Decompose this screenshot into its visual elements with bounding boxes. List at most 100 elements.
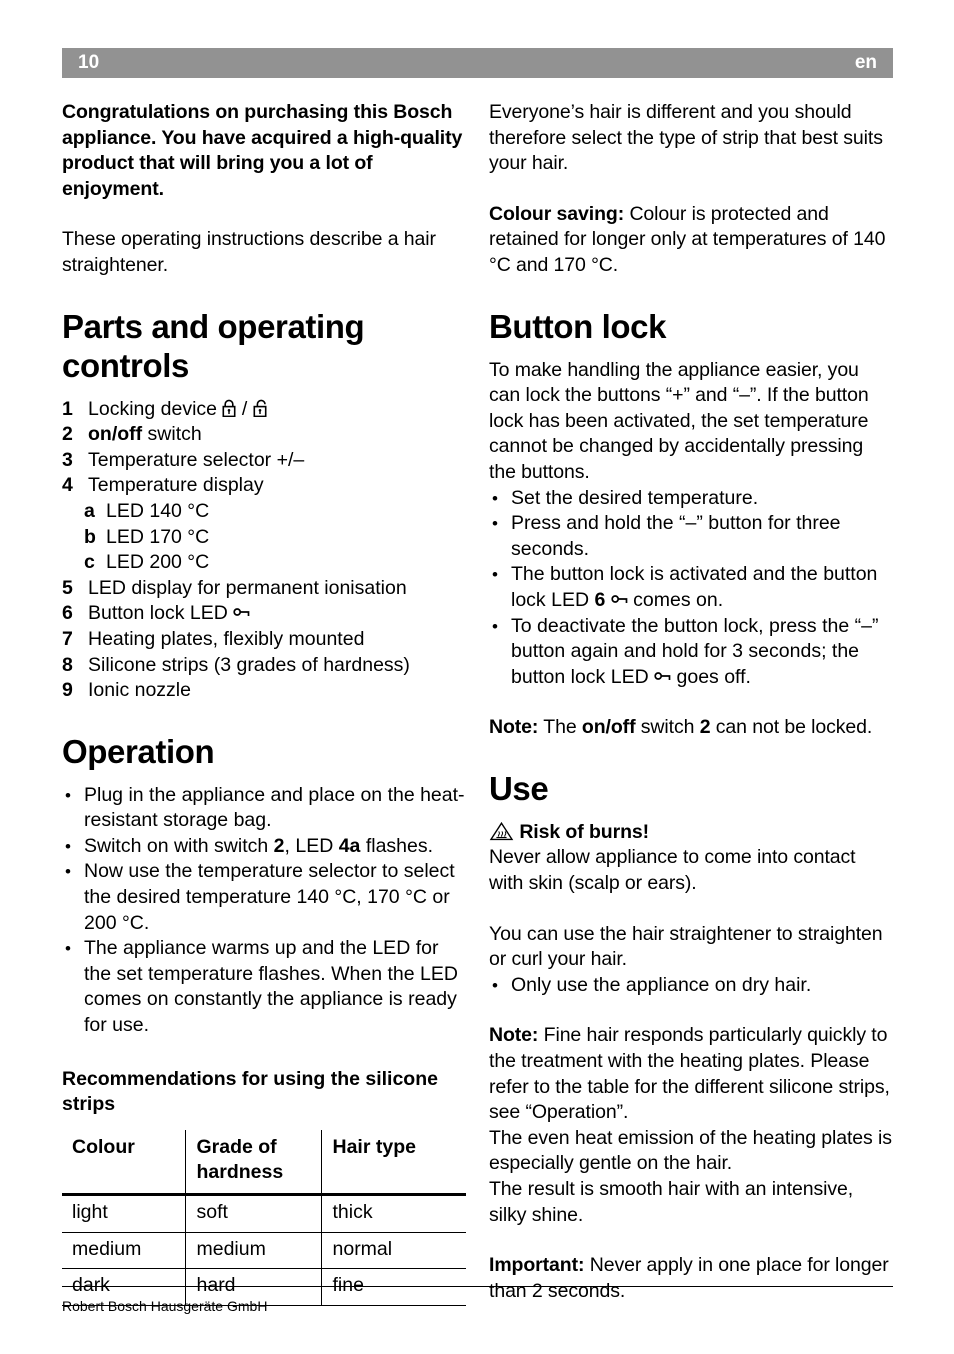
parts-item-number: 8 — [62, 653, 73, 676]
page-number: 10 — [78, 52, 100, 73]
button-lock-bullet-1: Set the desired temperature. — [489, 486, 893, 512]
column-header-hair-type: Hair type — [332, 1135, 416, 1158]
button-lock-bullet-2: Press and hold the “–” button for three … — [489, 511, 893, 562]
key-icon — [611, 588, 628, 603]
key-icon — [654, 665, 671, 680]
note-text-part-2: switch — [635, 716, 700, 739]
parts-item-4: 4 Temperature display — [62, 473, 466, 499]
table-row: medium medium normal — [62, 1232, 466, 1269]
left-column: Congratulations on purchasing this Bosch… — [62, 100, 466, 1306]
parts-item-number: 2 — [62, 423, 73, 446]
label-risk-of-burns: Risk of burns! — [519, 820, 650, 843]
operation-bullet-1: Plug in the appliance and place on the h… — [62, 783, 466, 834]
paragraph-button-lock-intro: To make handling the appliance easier, y… — [489, 358, 869, 483]
parts-list: 1 Locking device / 2 on/off switch 3 Tem… — [62, 397, 466, 704]
lock-open-icon — [253, 399, 267, 417]
cell-hair-type: thick — [332, 1201, 373, 1223]
right-column: Everyone’s hair is different and you sho… — [489, 100, 893, 1304]
parts-item-label: Locking device — [88, 397, 223, 420]
cell-colour: light — [62, 1194, 186, 1233]
intro-paragraph: These operating instructions describe a … — [62, 228, 436, 276]
bullet-text: Set the desired temperature. — [511, 486, 759, 509]
cell-hair-type: normal — [332, 1237, 393, 1260]
parts-item-9: 9 Ionic nozzle — [62, 678, 466, 704]
footer-company-name: Robert Bosch Hausgeräte GmbH — [62, 1298, 268, 1314]
language-code: en — [854, 52, 877, 73]
page-header-bar: 10 en — [62, 48, 893, 78]
note-on-off-switch: Note: The on/off switch 2 can not be loc… — [489, 715, 893, 741]
ref-switch-2: 2 — [273, 834, 285, 857]
bullet-text: Now use the temperature selector to sele… — [84, 860, 455, 934]
parts-item-4b: b LED 170 °C — [62, 525, 466, 551]
note-bold-on-off: on/off — [581, 716, 636, 739]
parts-item-label: LED display for permanent ionisation — [88, 576, 407, 599]
footer-divider — [62, 1286, 893, 1287]
important-note: Important: Never apply in one place for … — [489, 1253, 893, 1304]
document-page: 10 en Congratulations on purchasing this… — [0, 0, 954, 1354]
paragraph-everyones-hair: Everyone’s hair is different and you sho… — [489, 101, 883, 175]
label-colour-saving: Colour saving: — [489, 202, 625, 225]
paragraph-use-straighten-curl: You can use the hair straightener to str… — [489, 922, 883, 971]
parts-item-number: c — [84, 551, 95, 574]
operation-bullet-2: Switch on with switch 2, LED 4a flashes. — [62, 834, 466, 860]
bullet-text: Press and hold the “–” button for three … — [511, 512, 841, 560]
parts-item-label: LED 140 °C — [106, 499, 210, 522]
heading-button-lock: Button lock — [489, 307, 667, 345]
parts-item-number: 3 — [62, 448, 73, 471]
parts-item-number: 1 — [62, 397, 73, 420]
parts-item-1: 1 Locking device / — [62, 397, 466, 423]
parts-item-number: 6 — [62, 602, 73, 625]
key-icon — [233, 601, 250, 617]
heading-use: Use — [489, 769, 549, 807]
parts-item-label: LED 200 °C — [106, 551, 210, 574]
parts-item-number: 5 — [62, 576, 73, 599]
cell-grade: medium — [185, 1232, 322, 1269]
parts-item-label: Ionic nozzle — [88, 679, 191, 702]
parts-item-4c: c LED 200 °C — [62, 550, 466, 576]
ref-led-4a: 4a — [338, 834, 361, 857]
parts-item-8: 8 Silicone strips (3 grades of hardness) — [62, 653, 466, 679]
parts-item-number: a — [84, 499, 95, 522]
button-lock-bullet-list: Set the desired temperature. Press and h… — [489, 486, 893, 691]
heading-parts-and-operating-controls: Parts and operating controls — [62, 307, 365, 384]
paragraph-colour-saving: Colour saving: Colour is protected and r… — [489, 202, 893, 279]
parts-item-4a: a LED 140 °C — [62, 499, 466, 525]
use-bullet-list: Only use the appliance on dry hair. — [489, 973, 893, 999]
parts-item-number: b — [84, 525, 96, 548]
heading-operation: Operation — [62, 732, 215, 770]
label-note: Note: — [489, 716, 539, 739]
parts-item-2: 2 on/off switch — [62, 422, 466, 448]
hot-surface-warning-icon — [489, 821, 514, 841]
note-fine-text-3: The result is smooth hair with an intens… — [489, 1178, 854, 1226]
parts-item-label: switch — [142, 423, 202, 446]
parts-item-label: Temperature selector +/– — [88, 448, 305, 471]
intro-bold-paragraph: Congratulations on purchasing this Bosch… — [62, 101, 463, 200]
note-fine-hair: Note: Fine hair responds particularly qu… — [489, 1023, 893, 1125]
button-lock-bullet-3: The button lock is activated and the but… — [489, 562, 893, 613]
operation-bullet-4: The appliance warms up and the LED for t… — [62, 936, 466, 1038]
operation-bullet-list: Plug in the appliance and place on the h… — [62, 783, 466, 1039]
parts-item-5: 5 LED display for permanent ionisation — [62, 576, 466, 602]
parts-item-label: Button lock LED — [88, 602, 234, 625]
ref-led-6: 6 — [594, 588, 606, 611]
column-header-colour: Colour — [62, 1129, 186, 1195]
note-fine-text: Fine hair responds particularly quickly … — [489, 1024, 890, 1124]
parts-item-number: 9 — [62, 679, 73, 702]
risk-of-burns-text: Never allow appliance to come into conta… — [489, 846, 856, 895]
label-important: Important: — [489, 1254, 585, 1277]
button-lock-bullet-4: To deactivate the button lock, press the… — [489, 614, 893, 691]
bullet-text: Only use the appliance on dry hair. — [511, 973, 812, 996]
parts-item-separator: / — [236, 397, 253, 420]
parts-item-label: Silicone strips (3 grades of hardness) — [88, 653, 410, 676]
risk-of-burns-line: Risk of burns! — [489, 820, 893, 846]
table-header-row: Colour Grade of hardness Hair type — [62, 1129, 466, 1195]
note-text-part-1: The — [538, 716, 582, 739]
parts-item-label-bold: on/off — [88, 423, 143, 446]
parts-item-label: LED 170 °C — [106, 525, 210, 548]
note-text-part-3: can not be locked. — [710, 716, 873, 739]
bullet-text: Plug in the appliance and place on the h… — [84, 783, 465, 832]
parts-item-3: 3 Temperature selector +/– — [62, 448, 466, 474]
parts-item-number: 7 — [62, 627, 73, 650]
heading-recommendations: Recommendations for using the silicone s… — [62, 1067, 438, 1116]
cell-colour: medium — [62, 1232, 186, 1269]
